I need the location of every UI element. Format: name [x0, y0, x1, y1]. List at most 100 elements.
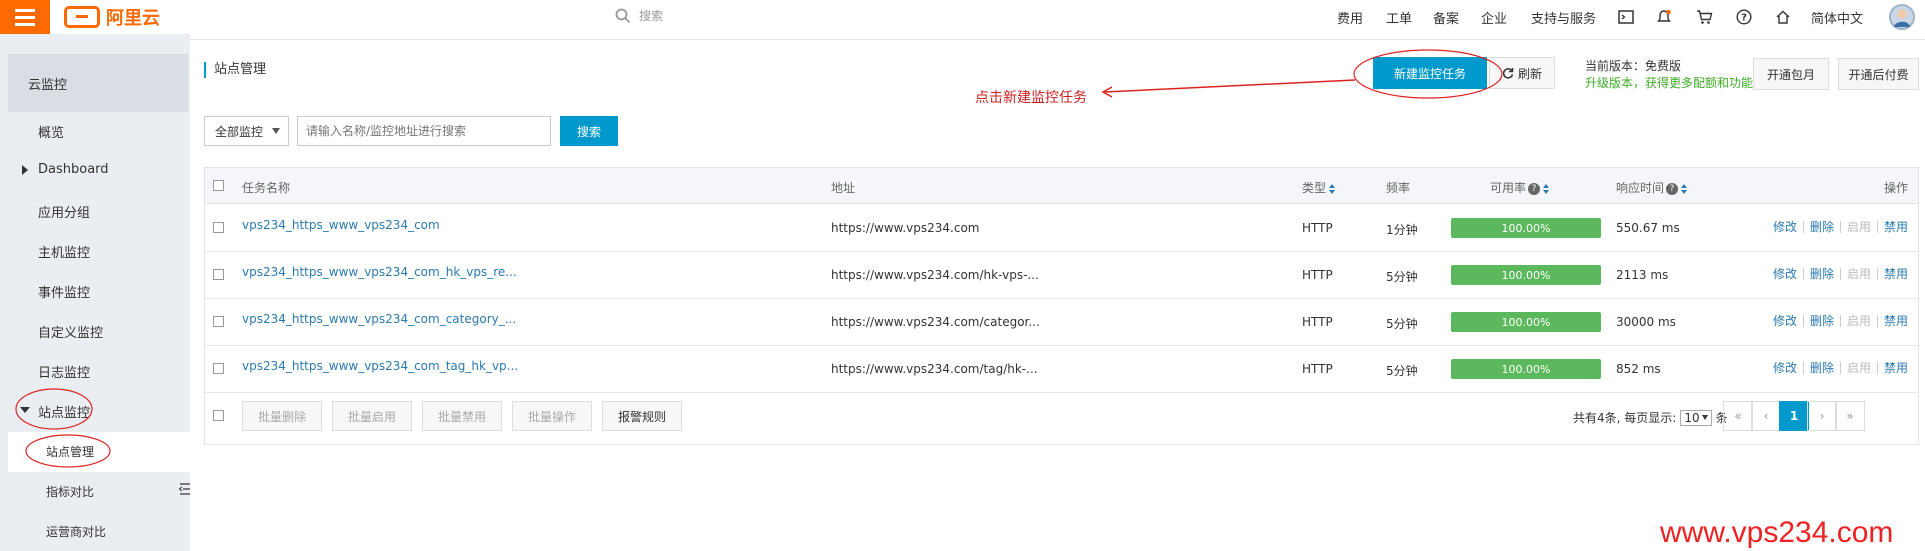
- enable-link: 启用: [1841, 221, 1878, 233]
- pager-first-button[interactable]: «: [1723, 401, 1753, 431]
- new-monitor-task-button[interactable]: 新建监控任务: [1373, 57, 1487, 89]
- nav-beian[interactable]: 备案: [1433, 0, 1459, 34]
- disable-link[interactable]: 禁用: [1878, 268, 1908, 280]
- batch-enable-button[interactable]: 批量启用: [332, 401, 412, 431]
- nav-support[interactable]: 支持与服务: [1531, 0, 1596, 34]
- row-checkbox[interactable]: [213, 269, 224, 280]
- terminal-icon[interactable]: [1618, 0, 1634, 34]
- pager-last-button[interactable]: »: [1835, 401, 1865, 431]
- nav-support-label: 支持与服务: [1531, 11, 1597, 27]
- bell-icon[interactable]: [1656, 0, 1672, 34]
- disable-link[interactable]: 禁用: [1878, 221, 1908, 233]
- alarm-rules-button[interactable]: 报警规则: [602, 401, 682, 431]
- menu-icon[interactable]: [0, 0, 50, 34]
- sidebar-item-dashboard[interactable]: Dashboard: [38, 162, 109, 177]
- refresh-button[interactable]: 刷新: [1489, 57, 1555, 89]
- table-row: vps234_https_www_vps234_com_hk_vps_re...…: [205, 252, 1918, 299]
- collapse-sidebar-icon[interactable]: [178, 480, 192, 500]
- sidebar-sub-site-management[interactable]: 站点管理: [46, 443, 94, 460]
- batch-ops-button[interactable]: 批量操作: [512, 401, 592, 431]
- select-all-checkbox[interactable]: [213, 180, 224, 191]
- top-bar: 阿里云 搜索 费用 工单 备案 企业 支持与服务 ? 简体中文: [0, 0, 1925, 40]
- disable-link[interactable]: 禁用: [1878, 315, 1908, 327]
- help-icon[interactable]: ?: [1666, 182, 1679, 195]
- sidebar-item-site-monitor[interactable]: 站点监控: [38, 402, 90, 421]
- row-checkbox[interactable]: [213, 363, 224, 374]
- sort-icon: [1681, 183, 1688, 194]
- task-name-link[interactable]: vps234_https_www_vps234_com: [242, 218, 440, 232]
- svg-text:?: ?: [1741, 13, 1747, 24]
- row-operations: 修改 删除 启用 禁用: [1767, 268, 1908, 280]
- edit-link[interactable]: 修改: [1767, 221, 1804, 233]
- task-frequency: 5分钟: [1386, 270, 1418, 284]
- pager-prev-button[interactable]: ‹: [1751, 401, 1781, 431]
- table-row: vps234_https_www_vps234_com_tag_hk_vp...…: [205, 346, 1918, 393]
- batch-disable-button[interactable]: 批量禁用: [422, 401, 502, 431]
- sidebar-item-custom-monitor[interactable]: 自定义监控: [38, 322, 103, 341]
- task-type: HTTP: [1302, 221, 1333, 235]
- col-type[interactable]: 类型: [1302, 179, 1336, 196]
- nav-enterprise[interactable]: 企业: [1481, 0, 1507, 34]
- arrow-head-icon: [1101, 86, 1113, 98]
- task-name-link[interactable]: vps234_https_www_vps234_com_tag_hk_vp...: [242, 359, 518, 373]
- edit-link[interactable]: 修改: [1767, 362, 1804, 374]
- pager-current-page[interactable]: 1: [1779, 401, 1809, 431]
- monitor-filter-select[interactable]: 全部监控: [204, 116, 289, 146]
- pagination-info: 共有4条, 每页显示: 10 条: [1573, 409, 1728, 426]
- col-response-time[interactable]: 响应时间?: [1616, 179, 1688, 196]
- search-button[interactable]: 搜索: [560, 116, 618, 146]
- task-table: 任务名称 地址 类型 频率 可用率? 响应时间? 操作 vps234_https…: [204, 167, 1919, 445]
- col-availability[interactable]: 可用率?: [1490, 179, 1550, 196]
- availability-bar: 100.00%: [1451, 218, 1601, 238]
- task-type: HTTP: [1302, 315, 1333, 329]
- aliyun-logo-icon: [64, 6, 100, 28]
- language-switch[interactable]: 简体中文: [1811, 0, 1863, 34]
- table-row: vps234_https_www_vps234_com https://www.v…: [205, 205, 1918, 252]
- pager-next-button[interactable]: ›: [1807, 401, 1837, 431]
- cart-icon[interactable]: [1696, 0, 1713, 34]
- select-all-footer-checkbox[interactable]: [213, 410, 224, 421]
- row-operations: 修改 删除 启用 禁用: [1767, 362, 1908, 374]
- col-address: 地址: [831, 181, 856, 195]
- sidebar-item-log-monitor[interactable]: 日志监控: [38, 362, 90, 381]
- edit-link[interactable]: 修改: [1767, 268, 1804, 280]
- task-name-link[interactable]: vps234_https_www_vps234_com_category_...: [242, 312, 516, 326]
- sidebar-sub-metric-compare[interactable]: 指标对比: [46, 483, 94, 500]
- page-size-select[interactable]: 10: [1680, 409, 1712, 426]
- row-checkbox[interactable]: [213, 222, 224, 233]
- nav-ticket[interactable]: 工单: [1386, 0, 1412, 34]
- task-type: HTTP: [1302, 268, 1333, 282]
- delete-link[interactable]: 删除: [1804, 221, 1841, 233]
- help-icon[interactable]: ?: [1736, 0, 1752, 34]
- task-name-link[interactable]: vps234_https_www_vps234_com_hk_vps_re...: [242, 265, 517, 279]
- search-input[interactable]: [297, 116, 551, 146]
- sort-icon: [1329, 183, 1336, 194]
- home-icon[interactable]: [1775, 0, 1791, 34]
- logo[interactable]: 阿里云: [64, 4, 160, 30]
- sidebar-item-app-group[interactable]: 应用分组: [38, 202, 90, 221]
- page-size-value: 10: [1684, 410, 1700, 425]
- nav-fee[interactable]: 费用: [1337, 0, 1363, 34]
- delete-link[interactable]: 删除: [1804, 268, 1841, 280]
- monthly-plan-button[interactable]: 开通包月: [1753, 58, 1829, 90]
- sidebar-item-event-monitor[interactable]: 事件监控: [38, 282, 90, 301]
- col-type-label: 类型: [1302, 181, 1327, 195]
- annotation-arrow: [1104, 79, 1356, 93]
- row-checkbox[interactable]: [213, 316, 224, 327]
- disable-link[interactable]: 禁用: [1878, 362, 1908, 374]
- upgrade-link[interactable]: 升级版本，获得更多配额和功能: [1585, 75, 1753, 92]
- sidebar-active-highlight: [8, 432, 190, 472]
- sidebar-item-overview[interactable]: 概览: [38, 122, 64, 141]
- delete-link[interactable]: 删除: [1804, 315, 1841, 327]
- top-search[interactable]: 搜索: [615, 7, 663, 24]
- help-icon[interactable]: ?: [1528, 182, 1541, 195]
- batch-delete-button[interactable]: 批量删除: [242, 401, 322, 431]
- delete-link[interactable]: 删除: [1804, 362, 1841, 374]
- avatar[interactable]: [1889, 4, 1915, 30]
- sidebar-sub-carrier-compare[interactable]: 运营商对比: [46, 523, 106, 540]
- edit-link[interactable]: 修改: [1767, 315, 1804, 327]
- postpaid-button[interactable]: 开通后付费: [1838, 58, 1919, 90]
- total-count-text: 共有4条, 每页显示:: [1573, 411, 1677, 425]
- sidebar-item-host-monitor[interactable]: 主机监控: [38, 242, 90, 261]
- chevron-down-icon: [1701, 415, 1708, 420]
